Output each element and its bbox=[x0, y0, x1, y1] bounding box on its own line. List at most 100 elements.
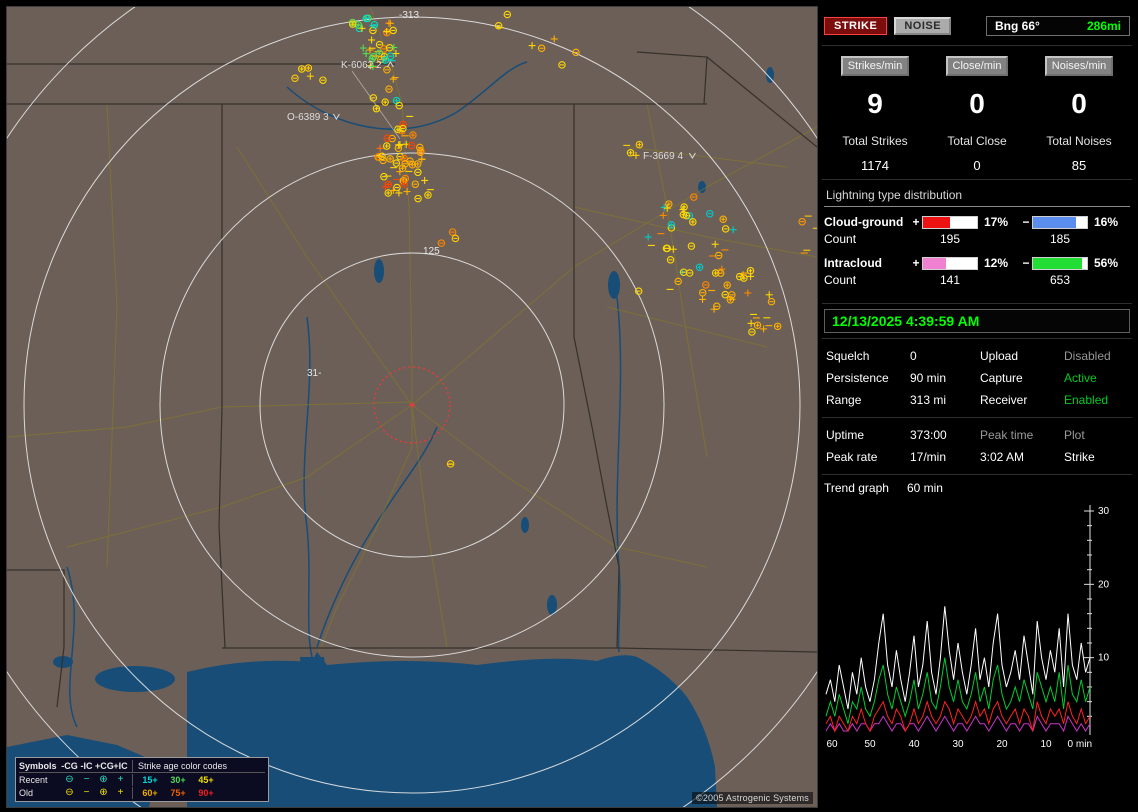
indicator-bar: STRIKE NOISE Bng 66° 286mi bbox=[822, 7, 1132, 46]
legend-column-header: +CG bbox=[95, 760, 114, 771]
legend-strike-symbol-icon: ⊖ bbox=[65, 773, 74, 785]
range-value: 313 mi bbox=[910, 393, 947, 407]
storm-cell-label: F-3669 4 bbox=[643, 151, 683, 162]
trend-series-intracloud bbox=[825, 657, 1091, 724]
intracloud-positive-bar bbox=[922, 256, 978, 270]
trend-y-tick-label: 30 bbox=[1098, 506, 1110, 517]
intracloud-negative-count: 653 bbox=[1049, 273, 1071, 287]
datetime-section: 12/13/2025 4:39:59 AM bbox=[822, 304, 1132, 339]
legend-age-codes: 60+ 75+ 90+ bbox=[132, 786, 220, 799]
close-column: Close/min 0 Total Close 0 bbox=[926, 56, 1028, 173]
persistence-value: 90 min bbox=[910, 371, 947, 385]
peak-rate-label: Peak rate bbox=[826, 450, 878, 464]
trend-x-tick-label: 30 bbox=[952, 739, 964, 750]
uptime-label: Uptime bbox=[826, 428, 865, 442]
trend-graph-label: Trend graph bbox=[824, 481, 889, 495]
trend-graph: 10 20 30 60 50 40 30 20 10 0 min bbox=[822, 497, 1132, 759]
total-close-label: Total Close bbox=[947, 134, 1007, 148]
trend-y-tick-label: 10 bbox=[1098, 653, 1110, 664]
cloud-ground-negative-pct: 16% bbox=[1094, 215, 1119, 229]
cloud-ground-count-row: Count 195 185 bbox=[824, 232, 1130, 246]
upload-label: Upload bbox=[980, 349, 1019, 363]
plus-sign: + bbox=[912, 256, 920, 270]
receiver-status-section: Squelch 0 Upload Disabled Persistence 90… bbox=[822, 339, 1132, 418]
cloud-ground-positive-bar bbox=[922, 215, 978, 229]
range-ring-label: -313 bbox=[399, 10, 419, 21]
noises-per-min-button[interactable]: Noises/min bbox=[1044, 56, 1114, 76]
legend-column-header: -CG bbox=[61, 760, 78, 771]
bearing-label: Bng 66° bbox=[995, 19, 1040, 33]
cloud-ground-negative-count: 185 bbox=[1049, 232, 1071, 246]
legend-age-code: 15+ bbox=[142, 774, 158, 785]
intracloud-negative-bar bbox=[1032, 256, 1088, 270]
close-per-min-button[interactable]: Close/min bbox=[945, 56, 1009, 76]
strikes-per-min-button[interactable]: Strikes/min bbox=[840, 56, 910, 76]
strike-indicator[interactable]: STRIKE bbox=[824, 17, 888, 35]
total-noises-label: Total Noises bbox=[1046, 134, 1112, 148]
strikes-per-min-value: 9 bbox=[867, 88, 883, 119]
persistence-label: Persistence bbox=[826, 371, 889, 385]
capture-value: Active bbox=[1064, 371, 1097, 385]
squelch-label: Squelch bbox=[826, 349, 870, 363]
uptime-value: 373:00 bbox=[910, 428, 947, 442]
storm-cell-label: K-6062 2 bbox=[341, 60, 382, 71]
intracloud-row: Intracloud + 12% − 56% bbox=[824, 256, 1130, 270]
upload-value: Disabled bbox=[1064, 349, 1111, 363]
app-window: -313 125 31- K-6062 2 O-6389 3 F-3669 4 Symbo… bbox=[0, 0, 1138, 812]
lightning-map-panel: -313 125 31- K-6062 2 O-6389 3 F-3669 4 Symbo… bbox=[6, 6, 818, 808]
intracloud-count-row: Count 141 653 bbox=[824, 273, 1130, 287]
legend-strike-symbol-icon: + bbox=[117, 786, 124, 798]
map-legend: Symbols -CG -IC +CG +IC Strike age color code… bbox=[15, 757, 269, 802]
status-panel: STRIKE NOISE Bng 66° 286mi Strikes/min 9… bbox=[822, 7, 1132, 805]
capture-label: Capture bbox=[980, 371, 1023, 385]
rates-section: Strikes/min 9 Total Strikes 1174 Close/m… bbox=[822, 46, 1132, 180]
intracloud-positive-pct: 12% bbox=[984, 256, 1009, 270]
legend-strike-symbol-icon: ⊕ bbox=[99, 773, 108, 785]
session-stats-section: Uptime 373:00 Peak time Plot Peak rate 1… bbox=[822, 418, 1132, 475]
intracloud-positive-count: 141 bbox=[939, 273, 961, 287]
total-strikes-value: 1174 bbox=[861, 158, 889, 173]
storm-cell-label: O-6389 3 bbox=[287, 112, 329, 123]
receiver-label: Receiver bbox=[980, 393, 1028, 407]
noises-column: Noises/min 0 Total Noises 85 bbox=[1028, 56, 1130, 173]
legend-strike-symbol-icon: ⊖ bbox=[65, 786, 74, 798]
total-strikes-label: Total Strikes bbox=[842, 134, 908, 148]
trend-series-total-strikes bbox=[825, 606, 1091, 710]
intracloud-negative-pct: 56% bbox=[1094, 256, 1119, 270]
trend-x-tick-label: 0 min bbox=[1068, 739, 1092, 750]
range-label: Range bbox=[826, 393, 862, 407]
trend-x-tick-label: 60 bbox=[826, 739, 838, 750]
plot-value: Strike bbox=[1064, 450, 1095, 464]
squelch-value: 0 bbox=[910, 349, 917, 363]
trend-x-tick-label: 40 bbox=[908, 739, 920, 750]
total-noises-value: 85 bbox=[1071, 158, 1087, 173]
trend-series-cloud-ground bbox=[825, 699, 1091, 733]
legend-strike-symbol-icon: − bbox=[83, 786, 90, 798]
cloud-ground-positive-pct: 17% bbox=[984, 215, 1009, 229]
legend-strike-symbol-icon: + bbox=[117, 773, 124, 785]
peak-time-value: 3:02 AM bbox=[980, 450, 1025, 464]
distribution-title: Lightning type distribution bbox=[824, 186, 1130, 207]
trend-x-tick-label: 10 bbox=[1040, 739, 1052, 750]
legend-age-code: 75+ bbox=[170, 787, 186, 798]
legend-header: Symbols -CG -IC +CG +IC Strike age color code… bbox=[19, 759, 265, 773]
trend-x-tick-label: 50 bbox=[864, 739, 876, 750]
legend-row-label: Old bbox=[19, 787, 34, 798]
legend-age-codes: 15+ 30+ 45+ bbox=[132, 773, 220, 786]
total-close-value: 0 bbox=[973, 158, 981, 173]
cloud-ground-row: Cloud-ground + 17% − 16% bbox=[824, 215, 1130, 229]
plot-label: Plot bbox=[1064, 428, 1085, 442]
legend-row: Recent ⊖ − ⊕ +15+ 30+ 45+ bbox=[19, 773, 265, 786]
range-ring-label: 125 bbox=[423, 246, 440, 257]
cloud-ground-label: Cloud-ground bbox=[824, 215, 904, 229]
trend-x-tick-label: 20 bbox=[996, 739, 1008, 750]
minus-sign: − bbox=[1022, 256, 1030, 270]
peak-time-label: Peak time bbox=[980, 428, 1034, 442]
cloud-ground-positive-count: 195 bbox=[939, 232, 961, 246]
noise-indicator[interactable]: NOISE bbox=[894, 17, 952, 35]
legend-strike-symbol-icon: − bbox=[83, 773, 90, 785]
trend-window-value: 60 min bbox=[906, 481, 943, 495]
legend-age-code: 90+ bbox=[198, 787, 214, 798]
close-per-min-value: 0 bbox=[969, 88, 985, 119]
lightning-map[interactable]: -313 125 31- K-6062 2 O-6389 3 F-3669 4 bbox=[7, 7, 817, 807]
